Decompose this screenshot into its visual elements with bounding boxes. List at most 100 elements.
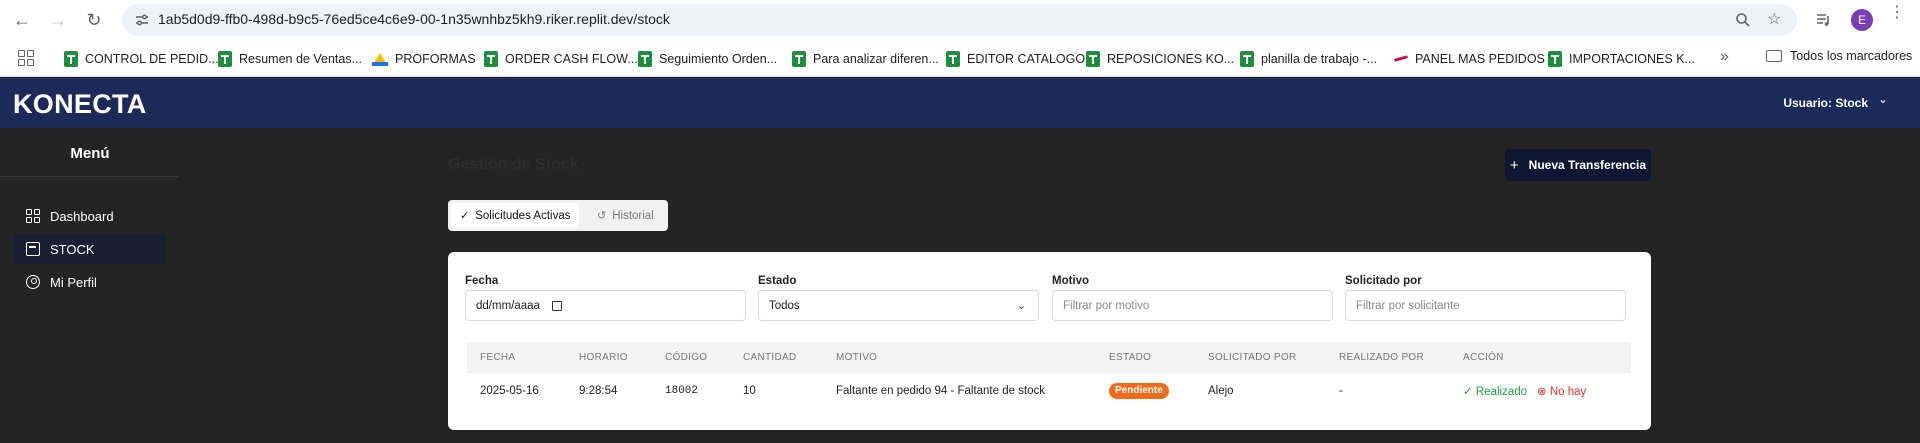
sheets-icon [946,51,960,67]
cell-quantity: 10 [743,385,756,397]
cell-time: 9:28:54 [579,385,618,397]
apps-grid-icon[interactable] [18,50,34,66]
sidebar-item-label: Dashboard [50,208,114,224]
forward-arrow-icon[interactable]: → [46,8,70,32]
reason-filter-label: Motivo [1052,275,1090,287]
browser-toolbar: ← → ↻ 1ab5d0d9-ffb0-498d-b9c5-76ed5ce4c6… [0,0,1920,40]
folder-icon [1766,50,1782,62]
mark-done-button[interactable]: ✓ Realizado [1463,384,1527,398]
drive-icon [372,51,388,67]
tab-history[interactable]: ↺ Historial [588,203,663,228]
column-header: CANTIDAD [743,352,797,363]
plus-icon: + [1509,156,1519,174]
status-filter-value: Todos [769,299,800,312]
status-badge: Pendiente [1109,383,1169,399]
column-header: SOLICITADO POR [1208,352,1297,363]
url-text[interactable]: 1ab5d0d9-ffb0-498d-b9c5-76ed5ce4c6e9-00-… [158,11,670,27]
sidebar-item-profile[interactable]: Mi Perfil [14,267,166,297]
chevron-down-icon: ⌄ [1016,300,1026,312]
tab-label: Historial [612,209,654,222]
bookmark-star-icon[interactable]: ☆ [1767,12,1781,28]
back-arrow-icon[interactable]: ← [10,8,34,32]
sheets-icon [218,51,232,67]
bookmark-item[interactable]: REPOSICIONES KO... [1086,49,1234,69]
circle-x-icon: ⊗ [1537,386,1547,398]
profile-avatar[interactable]: E [1851,9,1873,31]
column-header: FECHA [480,352,516,363]
mark-done-label: Realizado [1475,386,1527,398]
sheets-icon [1548,51,1562,67]
reason-filter-input[interactable]: Filtrar por motivo [1052,290,1333,321]
new-transfer-label: Nueva Transferencia [1528,158,1647,172]
media-controls-icon[interactable] [1816,12,1832,28]
bookmark-label: ORDER CASH FLOW... [505,52,638,66]
sheets-icon [792,51,806,67]
bookmark-item[interactable]: ORDER CASH FLOW... [484,49,638,69]
status-filter-select[interactable]: Todos ⌄ [758,290,1039,321]
bookmark-label: IMPORTACIONES K... [1569,52,1695,66]
sidebar-title: Menú [70,145,110,162]
user-menu-label[interactable]: Usuario: Stock [1783,96,1868,110]
column-header: ACCIÓN [1463,352,1504,363]
bookmarks-bar: CONTROL DE PEDID... Resumen de Ventas...… [0,40,1920,77]
column-header: ESTADO [1109,352,1152,363]
bookmark-item[interactable]: Para analizar diferen... [792,49,939,69]
requester-filter-input[interactable]: Filtrar por solicitante [1345,290,1626,321]
tab-active-requests[interactable]: ✓ Solicitudes Activas [451,203,580,228]
check-icon: ✓ [1463,386,1473,398]
requests-card: Fecha dd/mm/aaaa Estado Todos ⌄ Motivo F… [448,252,1651,430]
calendar-icon[interactable] [551,300,562,311]
status-filter-label: Estado [758,275,797,287]
date-filter-value: dd/mm/aaaa [476,299,540,312]
tab-label: Solicitudes Activas [475,209,571,222]
date-filter-label: Fecha [465,275,499,287]
bookmark-label: PANEL MAS PEDIDOS [1415,52,1545,66]
column-header: CÓDIGO [665,352,708,363]
bookmark-label: REPOSICIONES KO... [1107,52,1235,66]
cell-code: 18002 [665,385,699,397]
sheets-icon [638,51,652,67]
bookmark-label: PROFORMAS [395,52,476,66]
browser-menu-icon[interactable]: ⋮ [1889,5,1905,21]
app-icon [1394,51,1408,67]
sidebar: Menú Dashboard STOCK Mi Perfil [0,128,180,443]
bookmark-item[interactable]: CONTROL DE PEDID... [64,49,219,69]
bookmark-item[interactable]: planilla de trabajo -... [1240,49,1377,69]
date-filter-input[interactable]: dd/mm/aaaa [465,290,746,321]
brand-logo: KONECTA [13,89,147,119]
bookmark-item[interactable]: Seguimiento Orden... [638,49,777,69]
app-header: KONECTA Usuario: Stock ⌄ [0,78,1920,128]
all-bookmarks-label: Todos los marcadores [1790,49,1913,63]
bookmark-item[interactable]: Resumen de Ventas... [218,49,362,69]
bookmark-label: Resumen de Ventas... [239,52,362,66]
requester-filter-label: Solicitado por [1345,275,1422,287]
not-available-label: No hay [1549,386,1587,398]
reload-icon[interactable]: ↻ [82,8,106,32]
bookmark-item[interactable]: EDITOR CATALOGO [946,49,1085,69]
check-icon: ✓ [460,210,470,222]
sidebar-item-label: Mi Perfil [50,274,97,290]
more-bookmarks-icon[interactable]: » [1720,48,1729,66]
zoom-icon[interactable] [1735,12,1751,28]
new-transfer-button[interactable]: + Nueva Transferencia [1505,149,1651,181]
site-info-icon[interactable] [134,12,150,28]
sidebar-item-stock[interactable]: STOCK [14,234,166,264]
cell-requested-by: Alejo [1208,385,1234,397]
bookmark-label: EDITOR CATALOGO [967,52,1086,66]
column-header: MOTIVO [836,352,878,363]
sidebar-item-dashboard[interactable]: Dashboard [14,201,166,231]
bookmark-item[interactable]: PANEL MAS PEDIDOS [1394,49,1545,69]
sidebar-item-label: STOCK [50,241,95,257]
address-bar[interactable]: 1ab5d0d9-ffb0-498d-b9c5-76ed5ce4c6e9-00-… [122,4,1797,36]
bookmark-label: Para analizar diferen... [813,52,939,66]
not-available-button[interactable]: ⊗ No hay [1537,384,1586,398]
bookmark-item[interactable]: PROFORMAS [372,49,476,69]
bookmark-item[interactable]: IMPORTACIONES K... [1548,49,1695,69]
chevron-down-icon[interactable]: ⌄ [1878,92,1888,106]
cell-reason: Faltante en pedido 94 - Faltante de stoc… [836,385,1046,397]
bookmark-label: CONTROL DE PEDID... [85,52,219,66]
sheets-icon [1240,51,1254,67]
package-icon [26,242,40,256]
cell-date: 2025-05-16 [480,385,539,397]
all-bookmarks-button[interactable]: Todos los marcadores [1766,49,1912,63]
